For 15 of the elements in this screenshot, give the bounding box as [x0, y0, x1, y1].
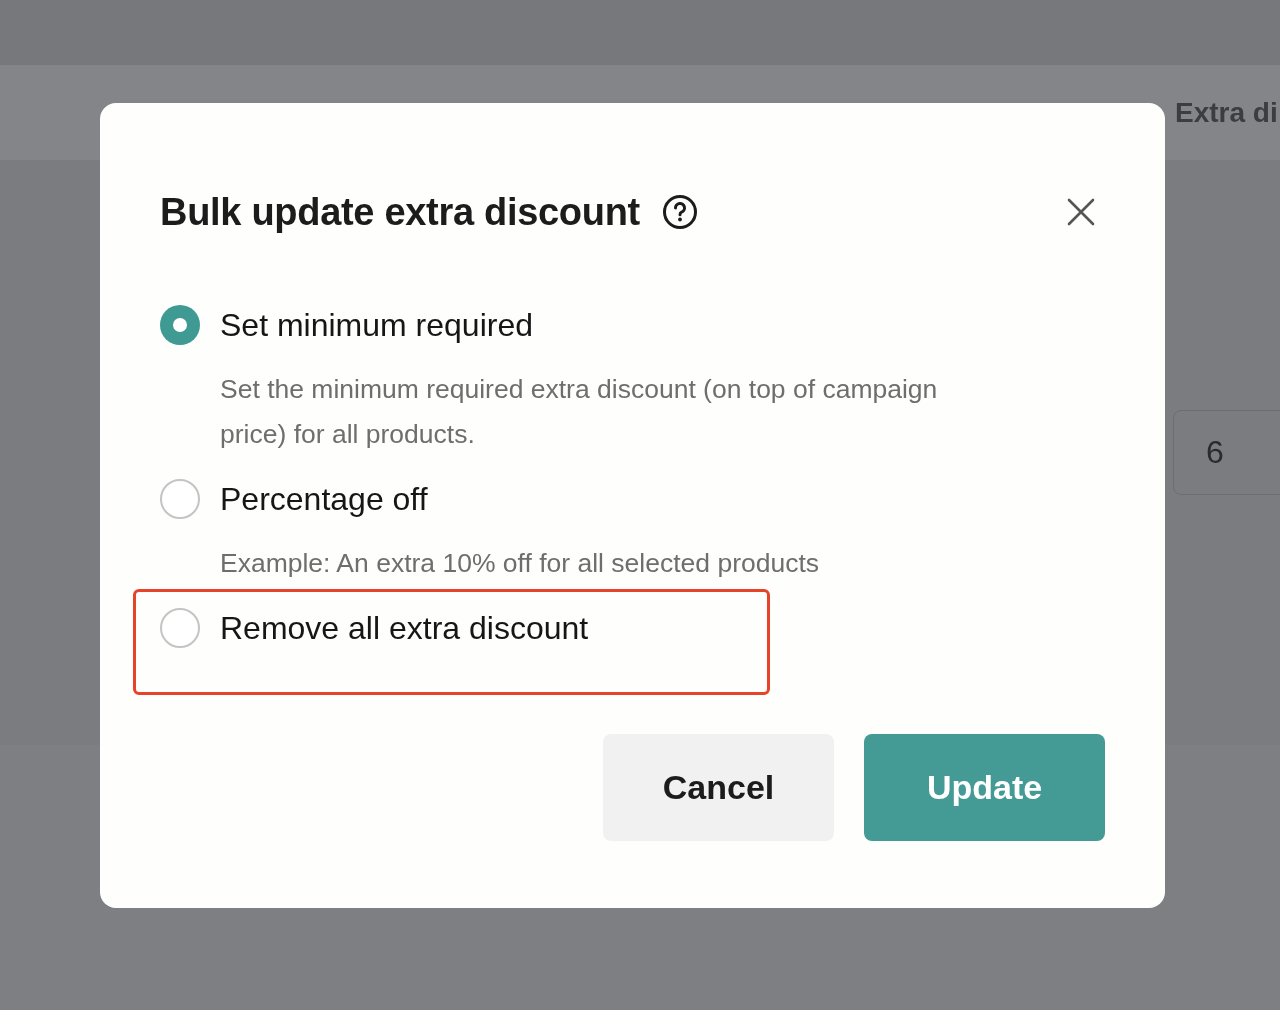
- option-label[interactable]: Set minimum required: [220, 306, 533, 344]
- option-label[interactable]: Remove all extra discount: [220, 609, 589, 647]
- option-label[interactable]: Percentage off: [220, 480, 428, 518]
- option-description: Example: An extra 10% off for all selected products: [220, 547, 821, 580]
- close-icon[interactable]: [1067, 198, 1095, 226]
- option-description: Set the minimum required extra discount (on top of campaign price) for all products.: [220, 373, 939, 451]
- option-row[interactable]: Set minimum required: [160, 303, 1105, 347]
- dialog-title: Bulk update extra discount: [160, 190, 640, 234]
- help-icon[interactable]: [661, 194, 698, 230]
- option-row[interactable]: Percentage off: [160, 477, 1105, 521]
- cancel-button[interactable]: Cancel: [603, 734, 834, 841]
- radio-button[interactable]: [160, 479, 200, 519]
- column-heading: Extra di: [1175, 96, 1278, 129]
- radio-button[interactable]: [160, 608, 200, 648]
- radio-button[interactable]: [160, 305, 200, 345]
